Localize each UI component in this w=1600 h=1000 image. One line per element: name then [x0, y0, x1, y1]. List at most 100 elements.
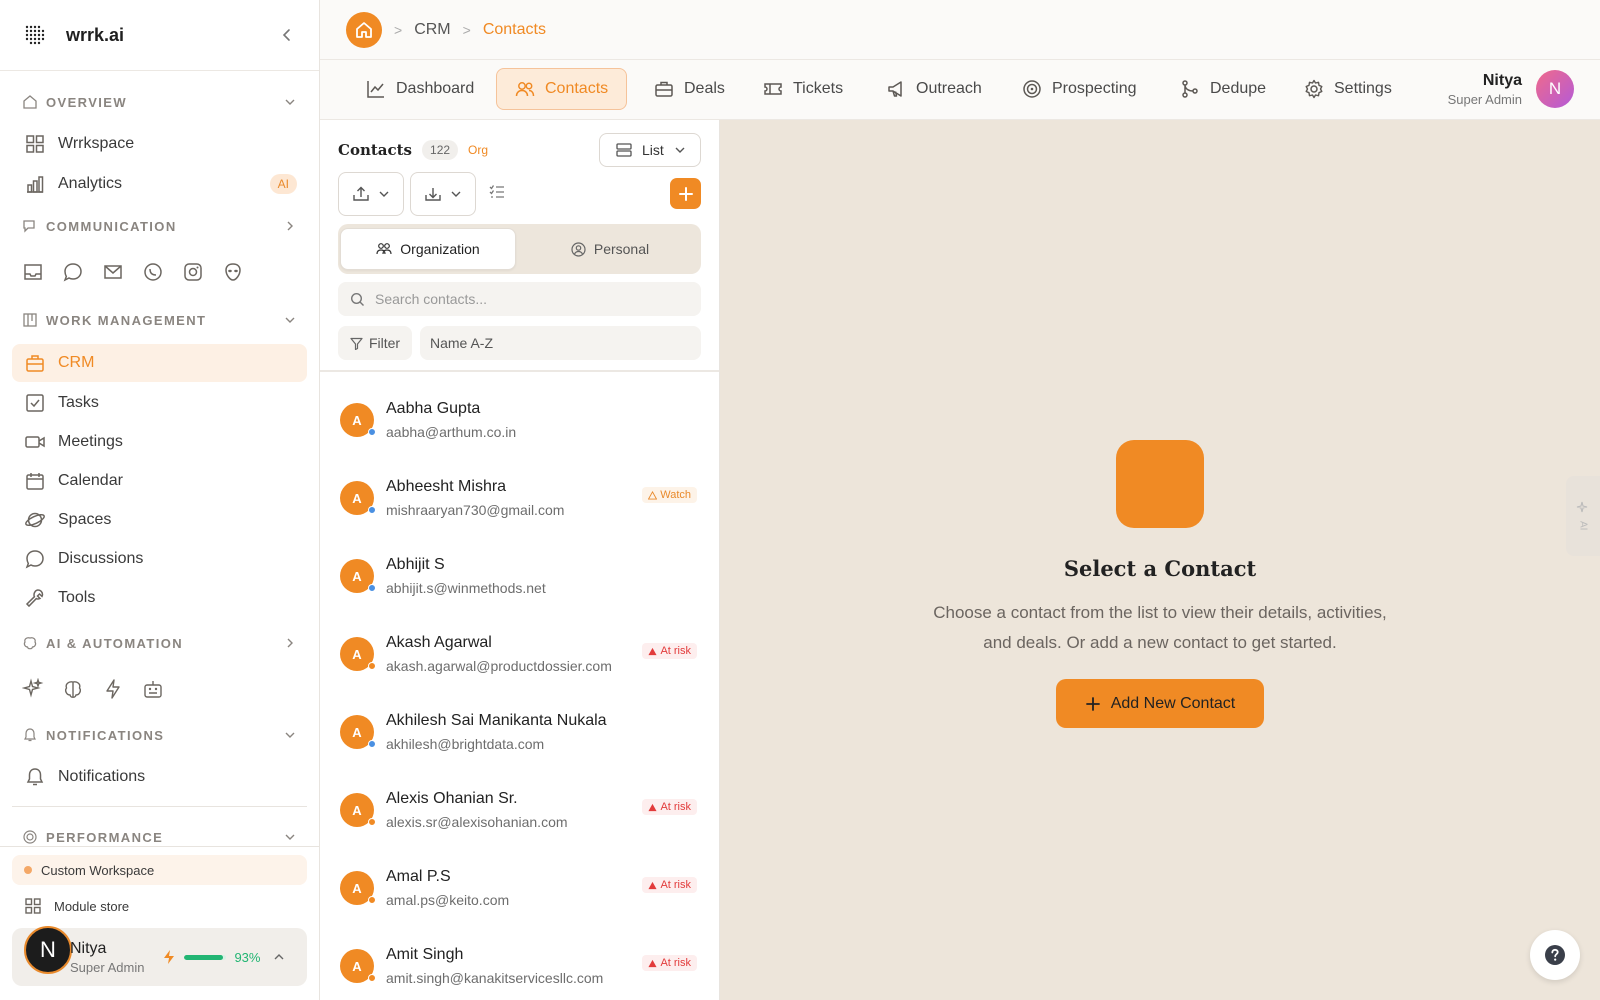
contact-list-item[interactable]: A Akhilesh Sai Manikanta Nukala akhilesh@b… [320, 694, 719, 770]
sidebar-item-spaces[interactable]: Spaces [12, 501, 307, 539]
sort-select[interactable]: Name A-Z [420, 326, 701, 360]
status-badge: At risk [642, 799, 697, 815]
avatar: A [340, 871, 376, 905]
home-button[interactable] [346, 11, 382, 48]
ai-assistant-tab[interactable]: AI [1566, 476, 1600, 556]
chevron-down-icon [285, 317, 295, 323]
sidebar: wrrk.ai OVERVIEW Wrrkspace Analytics AI … [0, 0, 320, 1000]
top-user-menu[interactable]: Nitya Super Admin N [1448, 70, 1574, 108]
add-contact-button[interactable] [670, 178, 701, 209]
tab-dashboard[interactable]: Dashboard [348, 68, 492, 110]
sidebar-item-tools[interactable]: Tools [12, 579, 307, 617]
checklist-icon[interactable] [489, 184, 505, 200]
section-performance-label: PERFORMANCE [46, 829, 164, 845]
contact-scope-toggle: Organization Personal [338, 224, 701, 274]
contact-list-item[interactable]: A Amal P.S amal.ps@keito.com At risk [320, 850, 719, 926]
contact-email: akash.agarwal@productdossier.com [386, 658, 612, 674]
segment-organization-label: Organization [400, 241, 480, 257]
sidebar-item-label: Tasks [58, 394, 99, 411]
tab-contacts[interactable]: Contacts [496, 68, 628, 110]
section-communication[interactable]: COMMUNICATION [22, 213, 297, 239]
sidebar-item-analytics[interactable]: Analytics AI [12, 165, 307, 203]
section-work-management[interactable]: WORK MANAGEMENT [22, 307, 297, 333]
sidebar-item-label: Tools [58, 589, 96, 606]
tab-dedupe[interactable]: Dedupe [1162, 68, 1284, 110]
brand-header: wrrk.ai [0, 0, 319, 71]
user-info: Nitya Super Admin [70, 940, 144, 975]
status-badge-label: At risk [660, 645, 691, 657]
tab-settings[interactable]: Settings [1286, 68, 1410, 110]
instagram-icon[interactable] [182, 261, 204, 283]
zap-icon[interactable] [102, 678, 124, 700]
view-mode-select[interactable]: List [599, 133, 701, 167]
avatar: A [340, 793, 376, 827]
import-button[interactable] [338, 172, 404, 216]
gear-icon [1305, 79, 1323, 99]
logo-icon [25, 25, 45, 45]
message-circle-icon [25, 550, 44, 569]
contact-detail-panel: Select a Contact Choose a contact from t… [720, 120, 1600, 1000]
sidebar-item-tasks[interactable]: Tasks [12, 384, 307, 422]
view-mode-label: List [642, 142, 664, 158]
tab-label: Outreach [916, 80, 982, 97]
user-profile-card[interactable]: N Nitya Super Admin 93% [12, 926, 307, 986]
presence-dot [368, 428, 376, 436]
contact-list-item[interactable]: A Aabha Gupta aabha@arthum.co.in [320, 382, 719, 458]
download-icon [425, 188, 441, 201]
contact-email: abhijit.s@winmethods.net [386, 580, 546, 596]
contact-list-item[interactable]: A Abheesht Mishra mishraaryan730@gmail.com… [320, 460, 719, 536]
sidebar-item-crm[interactable]: CRM [12, 344, 307, 382]
contact-list-item[interactable]: A Amit Singh amit.singh@kanakitservicesllc… [320, 928, 719, 1000]
chevron-right-icon: > [462, 21, 471, 38]
chat-bubble-icon[interactable] [62, 261, 84, 283]
briefcase-icon [655, 81, 673, 97]
tab-tickets[interactable]: Tickets [745, 68, 861, 110]
whatsapp-icon[interactable] [142, 261, 164, 283]
sidebar-item-meetings[interactable]: Meetings [12, 423, 307, 461]
tab-deals[interactable]: Deals [636, 68, 743, 110]
filter-button[interactable]: Filter [338, 326, 412, 360]
add-new-contact-button[interactable]: Add New Contact [1056, 679, 1264, 728]
ai-badge: AI [269, 174, 297, 194]
sidebar-item-calendar[interactable]: Calendar [12, 462, 307, 500]
chevron-up-icon[interactable] [272, 950, 286, 964]
brand-name: wrrk.ai [66, 24, 125, 45]
contact-list-item[interactable]: A Abhijit S abhijit.s@winmethods.net [320, 538, 719, 614]
sidebar-item-notifications[interactable]: Notifications [12, 758, 307, 796]
contact-info: Abheesht Mishra mishraaryan730@gmail.com [386, 478, 564, 518]
breadcrumb-crm[interactable]: CRM [414, 21, 450, 39]
sidebar-item-label: Wrrkspace [58, 135, 135, 152]
tab-prospecting[interactable]: Prospecting [1004, 68, 1155, 110]
contact-name: Amal P.S [386, 868, 451, 885]
collapse-sidebar-icon[interactable] [279, 27, 295, 43]
section-overview[interactable]: OVERVIEW [22, 89, 297, 115]
module-store-item[interactable]: Module store [24, 893, 129, 919]
sidebar-item-label: Calendar [58, 472, 123, 489]
segment-personal[interactable]: Personal [522, 228, 698, 270]
tab-outreach[interactable]: Outreach [868, 68, 1000, 110]
user-role: Super Admin [70, 959, 145, 975]
brain-icon[interactable] [62, 678, 84, 700]
robot-icon[interactable] [142, 678, 164, 700]
empty-state-description: Choose a contact from the list to view t… [933, 603, 1387, 652]
sidebar-item-discussions[interactable]: Discussions [12, 540, 307, 578]
section-notifications[interactable]: NOTIFICATIONS [22, 722, 297, 748]
custom-workspace-item[interactable]: Custom Workspace [12, 855, 307, 885]
search-input[interactable]: Search contacts... [338, 282, 701, 316]
video-icon [25, 436, 45, 448]
sidebar-item-wrrkspace[interactable]: Wrrkspace [12, 125, 307, 163]
chevron-right-icon [287, 221, 293, 231]
inbox-icon[interactable] [22, 261, 44, 283]
avatar-initial: A [352, 646, 362, 662]
mail-icon[interactable] [102, 261, 124, 283]
segment-organization[interactable]: Organization [340, 228, 516, 270]
help-button[interactable] [1530, 930, 1580, 980]
status-badge: At risk [642, 877, 697, 893]
contact-email: aabha@arthum.co.in [386, 424, 517, 440]
section-ai-automation[interactable]: AI & AUTOMATION [22, 630, 297, 656]
alien-icon[interactable] [222, 261, 244, 283]
sparkles-icon[interactable] [22, 678, 44, 700]
contact-list-item[interactable]: A Akash Agarwal akash.agarwal@productdossi… [320, 616, 719, 692]
export-button[interactable] [410, 172, 476, 216]
contact-list-item[interactable]: A Alexis Ohanian Sr. alexis.sr@alexisohani… [320, 772, 719, 848]
